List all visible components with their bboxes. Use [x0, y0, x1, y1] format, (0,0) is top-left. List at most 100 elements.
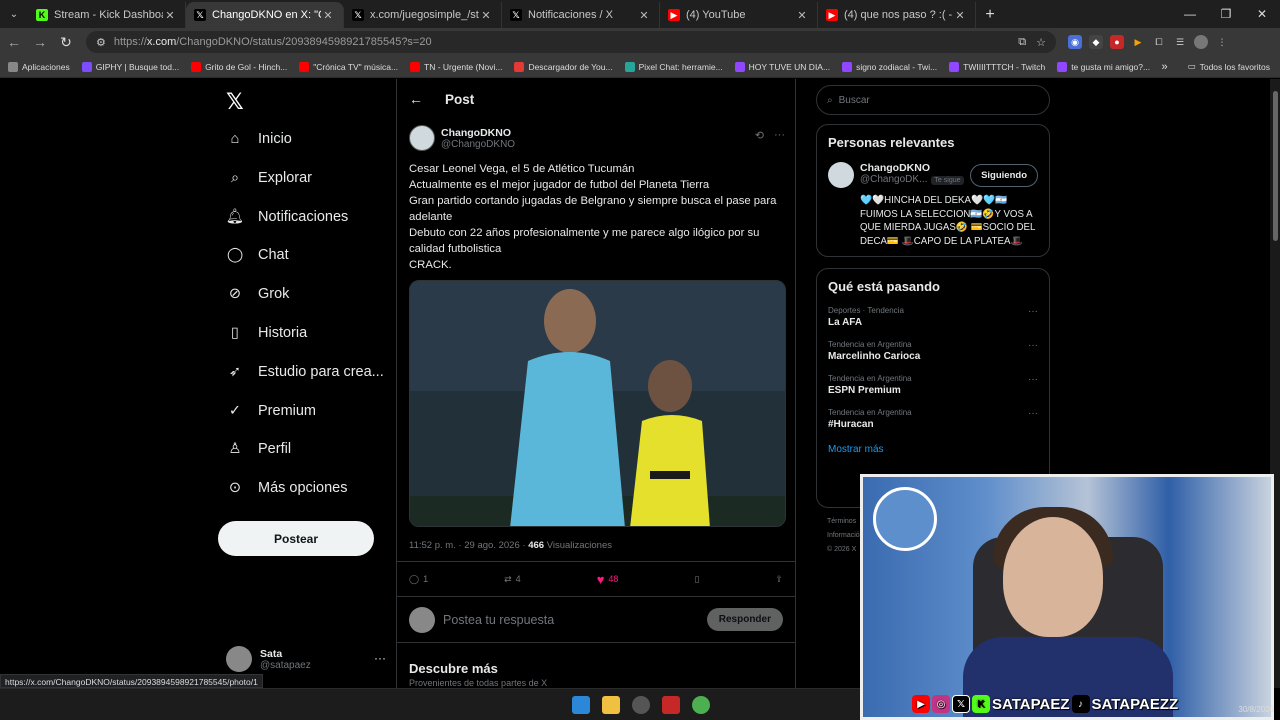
author-handle[interactable]: @ChangoDKNO [441, 139, 515, 150]
address-bar[interactable]: ⚙ https://x.com/ChangoDKNO/status/209389… [86, 31, 1056, 53]
obs-icon[interactable] [632, 696, 650, 714]
forward-button[interactable]: → [28, 30, 52, 54]
heart-icon: ♥ [596, 571, 605, 587]
extension-icon[interactable]: ● [1110, 35, 1124, 49]
like-button[interactable]: ♥ 48 [597, 572, 619, 587]
more-dots-icon[interactable]: ··· [1028, 408, 1038, 419]
site-info-icon[interactable]: ⚙ [96, 36, 106, 49]
close-tab-icon[interactable]: ✕ [163, 9, 177, 22]
nav-item-inicio[interactable]: ⌂ Inicio [226, 120, 396, 158]
bookmark-item[interactable]: TN - Urgente (Novi... [410, 61, 502, 72]
bookmark-item[interactable]: "Crónica TV" música... [299, 61, 398, 72]
close-tab-icon[interactable]: ✕ [953, 9, 967, 22]
more-dots-icon[interactable]: ··· [774, 129, 785, 142]
trend-item[interactable]: Tendencia en Argentina #Huracan ··· [828, 408, 1038, 430]
search-input[interactable]: ⌕ Buscar [816, 85, 1050, 115]
close-window-icon[interactable]: ✕ [1244, 0, 1280, 28]
x-logo-icon[interactable]: 𝕏 [226, 89, 244, 115]
nav-item-chat[interactable]: ◯ Chat [226, 236, 396, 274]
bookmark-item[interactable]: Pixel Chat: herramie... [624, 61, 723, 72]
nav-item-premium[interactable]: ✓ Premium [226, 392, 396, 430]
bookmarks-bar: Aplicaciones GIPHY | Busque tod... Grito d… [0, 56, 1280, 78]
bookmark-item[interactable]: HOY TUVE UN DIA... [734, 61, 830, 72]
profile-avatar[interactable] [1194, 35, 1208, 49]
post-button[interactable]: Postear [218, 521, 374, 556]
footer-link[interactable]: Información [827, 529, 864, 543]
file-explorer-icon[interactable] [602, 696, 620, 714]
reply-button[interactable]: ◯ 1 [409, 574, 428, 585]
restore-icon[interactable]: ❐ [1208, 0, 1244, 28]
app-icon[interactable] [662, 696, 680, 714]
nav-item-notificaciones[interactable]: 🔔︎ Notificaciones [226, 198, 396, 236]
bookmark-item[interactable]: Aplicaciones [8, 61, 70, 72]
back-arrow-icon[interactable]: ← [409, 91, 429, 107]
nav-item-estudio-para-crea-[interactable]: ➶ Estudio para crea... [226, 353, 396, 391]
reply-submit-button[interactable]: Responder [706, 608, 783, 631]
show-more-link[interactable]: Mostrar más [828, 444, 1038, 455]
close-tab-icon[interactable]: ✕ [479, 9, 493, 22]
browser-tab[interactable]: 𝕏 Notificaciones / X ✕ [502, 2, 660, 28]
close-tab-icon[interactable]: ✕ [795, 9, 809, 22]
relevant-profile[interactable]: ChangoDKNO @ChangoDK... Te sigue Siguiend… [828, 162, 1038, 188]
extension-icon[interactable]: ◉ [1068, 35, 1082, 49]
account-switcher[interactable]: Sata @satapaez ··· [226, 641, 386, 677]
more-dots-icon[interactable]: ··· [374, 651, 386, 665]
browser-tab[interactable]: K Stream - Kick Dashboard✕ [28, 2, 186, 28]
nav-item-grok[interactable]: ⊘ Grok [226, 275, 396, 313]
trend-item[interactable]: Tendencia en Argentina Marcelinho Carioca… [828, 340, 1038, 362]
chrome-icon[interactable] [692, 696, 710, 714]
close-tab-icon[interactable]: ✕ [637, 9, 651, 22]
bookmark-item[interactable]: Grito de Gol - Hinch... [191, 61, 287, 72]
trend-item[interactable]: Deportes · Tendencia La AFA ··· [828, 306, 1038, 328]
search-icon: ⌕ [230, 169, 240, 186]
close-tab-icon[interactable]: ✕ [321, 9, 335, 22]
grok-icon[interactable]: ⟲ [755, 129, 764, 142]
browser-tab[interactable]: 𝕏x.com/juegosimple_/status/20…✕ [344, 2, 502, 28]
extension-icon[interactable]: ◆ [1089, 35, 1103, 49]
nav-item-más-opciones[interactable]: ⊙ Más opciones [226, 469, 396, 507]
bookmark-button[interactable]: ▯ [694, 574, 699, 585]
post-column: ← Post ChangoDKNO @ChangoDKNO ⟲ ··· Cesa… [396, 79, 796, 688]
nav-item-explorar[interactable]: ⌕ Explorar [226, 159, 396, 197]
post-timestamp[interactable]: 11:52 p. m. · 29 ago. 2026 · [409, 540, 526, 551]
star-icon[interactable]: ☆ [1036, 36, 1046, 49]
reply-input[interactable]: Postea tu respuesta [443, 613, 707, 627]
minimize-icon[interactable]: — [1172, 0, 1208, 28]
bookmark-item[interactable]: signo zodiacal - Twi... [842, 61, 937, 72]
new-tab-button[interactable]: + [976, 2, 1004, 28]
footer-link[interactable]: © 2026 X [827, 543, 864, 557]
more-dots-icon[interactable]: ··· [1028, 374, 1038, 385]
following-button[interactable]: Siguiendo [970, 164, 1038, 187]
more-dots-icon[interactable]: ··· [1028, 340, 1038, 351]
repost-button[interactable]: ⇄ 4 [504, 574, 521, 585]
reload-button[interactable]: ↻ [54, 30, 78, 54]
back-button[interactable]: ← [2, 30, 26, 54]
install-icon[interactable]: ⧉ [1018, 36, 1026, 49]
follows-you-badge: Te sigue [931, 176, 964, 185]
more-dots-icon[interactable]: ··· [1028, 306, 1038, 317]
trend-item[interactable]: Tendencia en Argentina ESPN Premium ··· [828, 374, 1038, 396]
nav-item-perfil[interactable]: ♙ Perfil [226, 430, 396, 468]
nav-item-historia[interactable]: ▯ Historia [226, 314, 396, 352]
share-button[interactable]: ⇪ [775, 574, 783, 585]
kebab-menu-icon[interactable]: ⋮ [1215, 35, 1229, 49]
sidepanel-icon[interactable]: ☰ [1173, 35, 1187, 49]
browser-tab[interactable]: ▶ (4) YouTube ✕ [660, 2, 818, 28]
bookmark-item[interactable]: TWIIIITTTCH - Twitch [949, 61, 1045, 72]
puzzle-icon[interactable]: ⧠ [1152, 35, 1166, 49]
footer-link[interactable]: Términos [827, 515, 864, 529]
all-bookmarks-link[interactable]: Todos los favoritos [1200, 62, 1270, 72]
bookmark-item[interactable]: Descargador de You... [514, 61, 613, 72]
scrollbar-thumb[interactable] [1273, 91, 1278, 241]
browser-tab[interactable]: ▶ (4) que nos paso ? :( - Blagh, Se…✕ [818, 2, 976, 28]
windows-start-icon[interactable] [572, 696, 590, 714]
bookmark-item[interactable]: te gusta mi amigo?... [1057, 61, 1150, 72]
bookmarks-overflow-icon[interactable]: » [1161, 61, 1167, 73]
extension-icon[interactable]: ▶ [1131, 35, 1145, 49]
browser-tab[interactable]: 𝕏 ChangoDKNO en X: "Cesar Leo…✕ [186, 2, 344, 28]
bookmark-item[interactable]: GIPHY | Busque tod... [81, 61, 179, 72]
author-avatar[interactable] [409, 125, 435, 151]
post-image[interactable] [409, 280, 786, 527]
tab-search-menu-icon[interactable]: ⌄ [0, 0, 28, 28]
author-name[interactable]: ChangoDKNO [441, 127, 515, 139]
